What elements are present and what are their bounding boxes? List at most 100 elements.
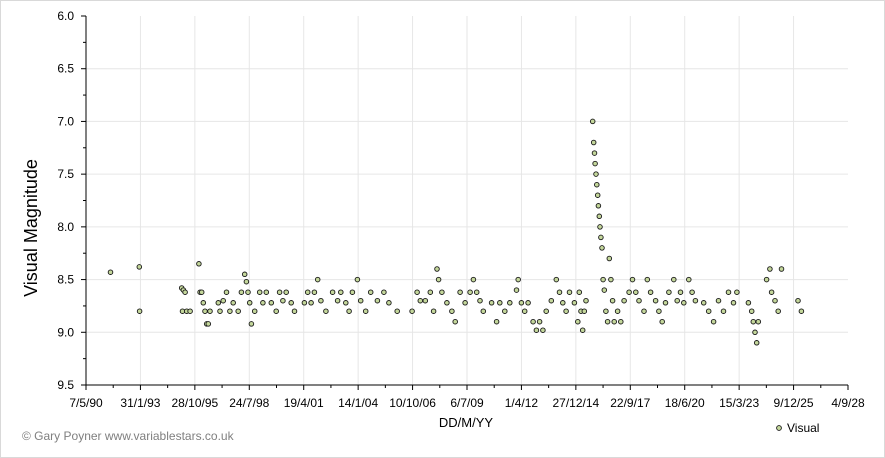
data-point [260,300,266,306]
data-point [243,278,250,285]
data-point [515,276,521,283]
data-point [493,318,500,325]
data-point [248,321,255,327]
data-point [606,255,613,262]
x-tick-label: 28/10/95 [171,396,218,410]
y-tick-label: 9.0 [57,325,74,339]
data-point [671,276,677,283]
data-point [435,276,442,283]
data-point [346,308,352,314]
data-point [595,203,602,209]
data-point [439,289,445,295]
data-point [566,289,573,295]
data-point [318,297,324,304]
data-point [227,308,233,314]
y-tick-label: 6.5 [57,62,74,76]
data-point [681,300,687,306]
x-tick-label: 22/9/17 [610,396,650,410]
data-point [644,276,651,283]
data-point [591,150,598,156]
data-point [246,300,253,306]
data-point [604,318,611,325]
data-point [598,234,604,241]
x-tick-label: 9/12/25 [774,396,814,410]
data-point [725,289,732,295]
data-point [338,289,344,295]
data-point [662,300,669,306]
data-point [603,308,609,314]
data-point [763,276,770,283]
data-point [599,245,605,251]
data-point [560,300,566,306]
data-point [256,289,263,295]
data-point [518,300,525,306]
data-point [614,308,621,314]
data-point [755,318,762,325]
data-point [308,300,314,306]
legend-marker [776,425,782,431]
data-point [276,289,283,295]
data-point [768,289,775,295]
data-point [579,327,586,333]
data-point [207,308,213,314]
data-point [652,297,659,304]
data-point [618,318,624,325]
data-point [750,318,757,325]
data-point [349,289,356,295]
data-point [753,340,760,346]
data-point [273,308,279,314]
data-point [477,297,483,304]
data-point [311,289,318,295]
data-point [480,308,487,314]
data-point [563,308,569,314]
data-point [626,289,632,295]
data-point [553,276,560,283]
data-point [596,213,603,220]
data-point [230,300,236,306]
data-point [772,297,778,304]
data-point [641,308,647,314]
data-point [343,300,349,306]
data-point [357,297,364,304]
data-point [288,300,294,306]
data-point [636,297,642,304]
data-point [381,289,387,295]
data-point [200,300,207,306]
data-point [581,308,588,314]
data-point [367,289,374,295]
data-point [329,289,336,295]
data-point [417,297,424,304]
data-point [449,308,455,314]
x-tick-label: 14/1/04 [338,396,378,410]
data-point [280,297,286,304]
data-point [692,297,699,304]
data-point [543,308,549,314]
legend-label-visual: Visual [787,421,819,435]
data-point [507,300,513,306]
data-point [434,266,440,272]
data-point [430,308,437,314]
x-tick-label: 7/5/90 [69,396,103,410]
data-point [202,308,208,314]
data-point [778,266,785,272]
data-point [497,300,503,306]
data-point [674,297,680,304]
x-tick-label: 15/3/23 [719,396,759,410]
y-axis-label: Visual Magnitude [21,159,41,297]
data-point [593,171,599,177]
data-point [283,289,289,295]
data-point [182,289,188,295]
data-point [414,289,420,295]
x-tick-label: 1/4/12 [505,396,539,410]
data-point [548,297,555,304]
data-point [198,289,205,295]
data-point [215,300,222,306]
data-point [533,327,540,333]
data-point [629,276,636,283]
x-tick-labels: 7/5/90 31/1/93 28/10/95 24/7/98 19/4/01 14/1/… [69,396,865,410]
data-point [301,300,308,306]
data-point [136,308,143,314]
y-tick-label: 9.5 [57,378,74,392]
data-point [525,300,531,306]
data-point [730,300,737,306]
